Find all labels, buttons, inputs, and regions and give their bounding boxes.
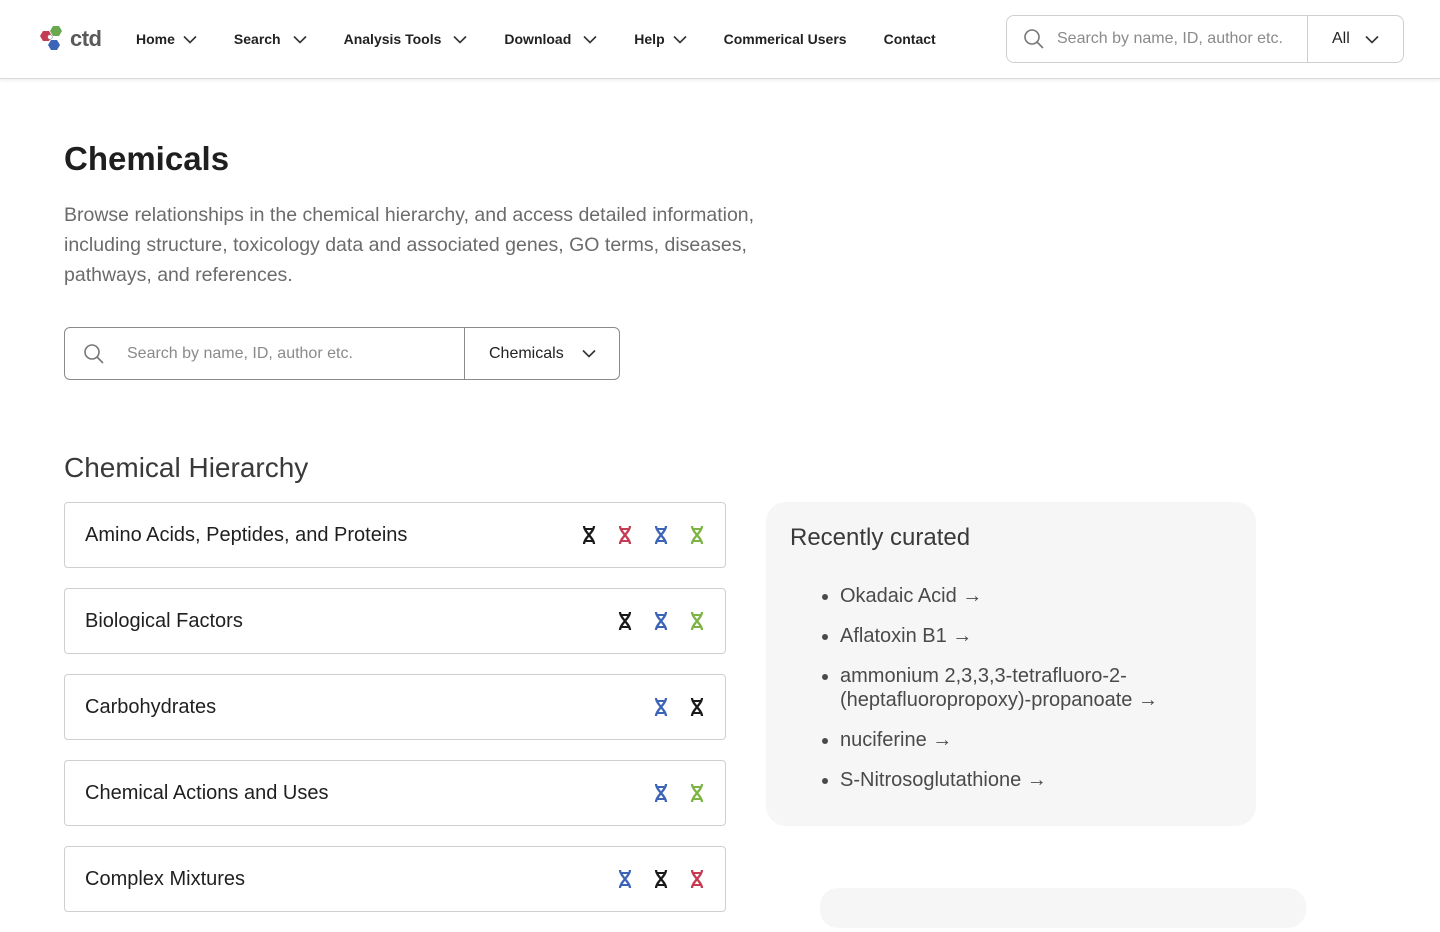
nav-analysis-tools[interactable]: Analysis Tools xyxy=(344,31,468,47)
dna-icon-group xyxy=(633,783,705,803)
chevron-down-icon xyxy=(673,35,687,44)
nav-label: Home xyxy=(136,31,175,47)
chevron-down-icon xyxy=(1365,35,1379,44)
recently-curated-link[interactable]: S-Nitrosoglutathione → xyxy=(840,768,1232,792)
page-title: Chemicals xyxy=(64,140,230,177)
chevron-down-icon xyxy=(453,35,467,44)
chevron-down-icon xyxy=(293,35,307,44)
recently-curated-link[interactable]: Aflatoxin B1 → xyxy=(840,624,1232,648)
nav-home[interactable]: Home xyxy=(136,31,197,47)
hierarchy-item[interactable]: Chemical Actions and Uses xyxy=(64,760,726,826)
global-search-input[interactable] xyxy=(1055,29,1299,49)
recently-curated-link[interactable]: nuciferine → xyxy=(840,728,1232,752)
top-navigation-bar: ctd Home Search Analysis Tools Download … xyxy=(0,0,1440,79)
dna-green-icon xyxy=(690,611,704,631)
dna-blue-icon xyxy=(618,869,632,889)
dna-black-icon xyxy=(582,525,596,545)
hierarchy-list: Amino Acids, Peptides, and Proteins Biol… xyxy=(64,502,726,932)
recently-curated-panel: Recently curated Okadaic Acid → Aflatoxi… xyxy=(766,502,1256,826)
dna-icon-group xyxy=(633,697,705,717)
hierarchy-item[interactable]: Biological Factors xyxy=(64,588,726,654)
main-nav: Home Search Analysis Tools Download Help… xyxy=(136,0,973,78)
chevron-down-icon xyxy=(183,35,197,44)
nav-label: Contact xyxy=(883,31,936,47)
search-icon xyxy=(84,343,104,364)
global-search: All xyxy=(1006,15,1404,63)
hierarchy-item-label: Carbohydrates xyxy=(85,695,217,718)
hierarchy-item-label: Chemical Actions and Uses xyxy=(85,781,329,804)
ctd-logo[interactable]: ctd xyxy=(34,22,104,56)
dna-blue-icon xyxy=(654,525,668,545)
dna-blue-icon xyxy=(654,697,668,717)
nav-label: Help xyxy=(634,31,665,47)
dna-blue-icon xyxy=(654,611,668,631)
hierarchy-title: Chemical Hierarchy xyxy=(64,452,309,483)
hierarchy-item[interactable]: Amino Acids, Peptides, and Proteins xyxy=(64,502,726,568)
nav-label: Commerical Users xyxy=(723,31,847,47)
dna-red-icon xyxy=(618,525,632,545)
nav-download[interactable]: Download xyxy=(504,31,597,47)
dna-icon-group xyxy=(561,525,705,545)
dna-black-icon xyxy=(690,697,704,717)
dna-icon-group xyxy=(597,869,705,889)
chemical-search-scope-select[interactable]: Chemicals xyxy=(464,328,620,379)
secondary-panel xyxy=(820,888,1306,928)
chevron-down-icon xyxy=(583,35,597,44)
hierarchy-item-label: Complex Mixtures xyxy=(85,867,246,890)
logo-text: ctd xyxy=(70,26,102,51)
nav-label: Download xyxy=(504,31,572,47)
dna-blue-icon xyxy=(654,783,668,803)
hierarchy-item[interactable]: Complex Mixtures xyxy=(64,846,726,912)
hierarchy-item-label: Biological Factors xyxy=(85,609,243,632)
global-search-scope-select[interactable]: All xyxy=(1307,16,1403,62)
logo-hexagons-icon xyxy=(40,26,62,50)
nav-label: Search xyxy=(233,31,281,47)
recently-curated-list: Okadaic Acid → Aflatoxin B1 → ammonium 2… xyxy=(790,584,1232,792)
recently-curated-link[interactable]: Okadaic Acid → xyxy=(840,584,1232,608)
chemical-search: Chemicals xyxy=(64,327,620,380)
nav-search[interactable]: Search xyxy=(234,31,307,47)
scope-label: All xyxy=(1332,30,1350,47)
nav-label: Analysis Tools xyxy=(343,31,442,47)
hierarchy-item-label: Amino Acids, Peptides, and Proteins xyxy=(85,523,408,546)
recently-curated-title: Recently curated xyxy=(790,524,971,551)
dna-green-icon xyxy=(690,783,704,803)
nav-help[interactable]: Help xyxy=(634,31,687,47)
page-description: Browse relationships in the chemical hie… xyxy=(64,204,755,286)
nav-commercial-users[interactable]: Commerical Users xyxy=(724,31,847,47)
hierarchy-item[interactable]: Carbohydrates xyxy=(64,674,726,740)
dna-black-icon xyxy=(654,869,668,889)
recently-curated-link[interactable]: ammonium 2,3,3,3-tetrafluoro-2-(heptaflu… xyxy=(840,664,1232,712)
dna-red-icon xyxy=(690,869,704,889)
scope-label: Chemicals xyxy=(489,344,564,362)
chevron-down-icon xyxy=(582,349,596,358)
dna-green-icon xyxy=(690,525,704,545)
chemical-search-input[interactable] xyxy=(125,343,449,364)
dna-black-icon xyxy=(618,611,632,631)
nav-contact[interactable]: Contact xyxy=(884,31,936,47)
search-icon xyxy=(1024,29,1044,49)
dna-icon-group xyxy=(597,611,705,631)
